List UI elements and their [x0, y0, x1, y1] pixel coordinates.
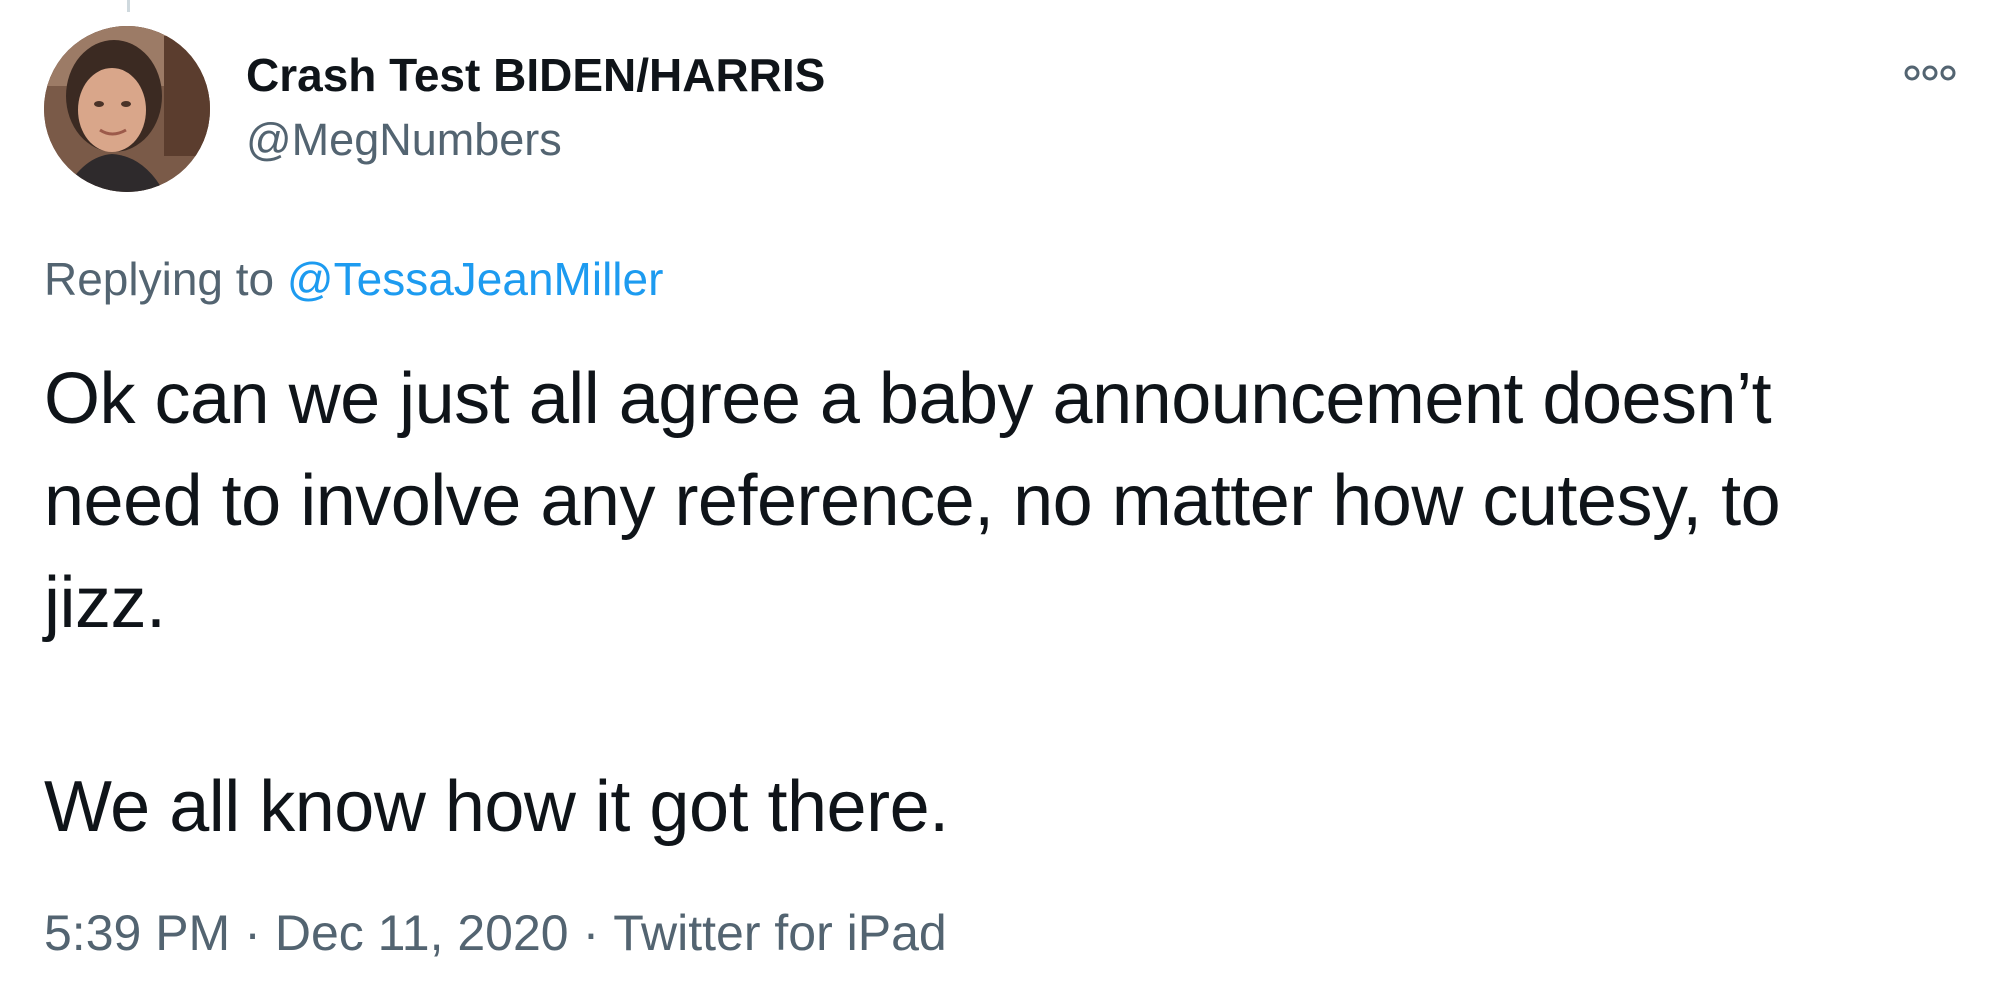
tweet-text-line: Ok can we just all agree a baby announce… — [44, 359, 1772, 439]
tweet-text: Ok can we just all agree a baby announce… — [44, 348, 1944, 858]
meta-separator: · — [244, 905, 261, 961]
replying-to-line: Replying to @TessaJeanMiller — [44, 252, 663, 306]
tweet-source-link[interactable]: Twitter for iPad — [613, 905, 946, 961]
tweet-time-link[interactable]: 5:39 PM — [44, 905, 230, 961]
replying-to-label: Replying to — [44, 253, 275, 305]
user-handle[interactable]: @MegNumbers — [246, 114, 562, 166]
replying-to-mention-link[interactable]: @TessaJeanMiller — [287, 253, 664, 305]
meta-separator: · — [582, 905, 600, 961]
more-options-button[interactable] — [1900, 58, 1960, 88]
tweet-text-line: jizz. — [44, 563, 166, 643]
tweet-date-link[interactable]: Dec 11, 2020 — [275, 905, 569, 961]
tweet-text-line: We all know how it got there. — [44, 767, 949, 847]
thread-connector-line — [127, 0, 130, 12]
tweet-text-line: need to involve any reference, no matter… — [44, 461, 1781, 541]
display-name[interactable]: Crash Test BIDEN/HARRIS — [246, 48, 825, 102]
more-horizontal-icon — [1904, 65, 1956, 81]
avatar[interactable] — [44, 26, 210, 192]
avatar-photo — [44, 26, 210, 192]
tweet-metadata: 5:39 PM · Dec 11, 2020 · Twitter for iPad — [44, 904, 947, 962]
